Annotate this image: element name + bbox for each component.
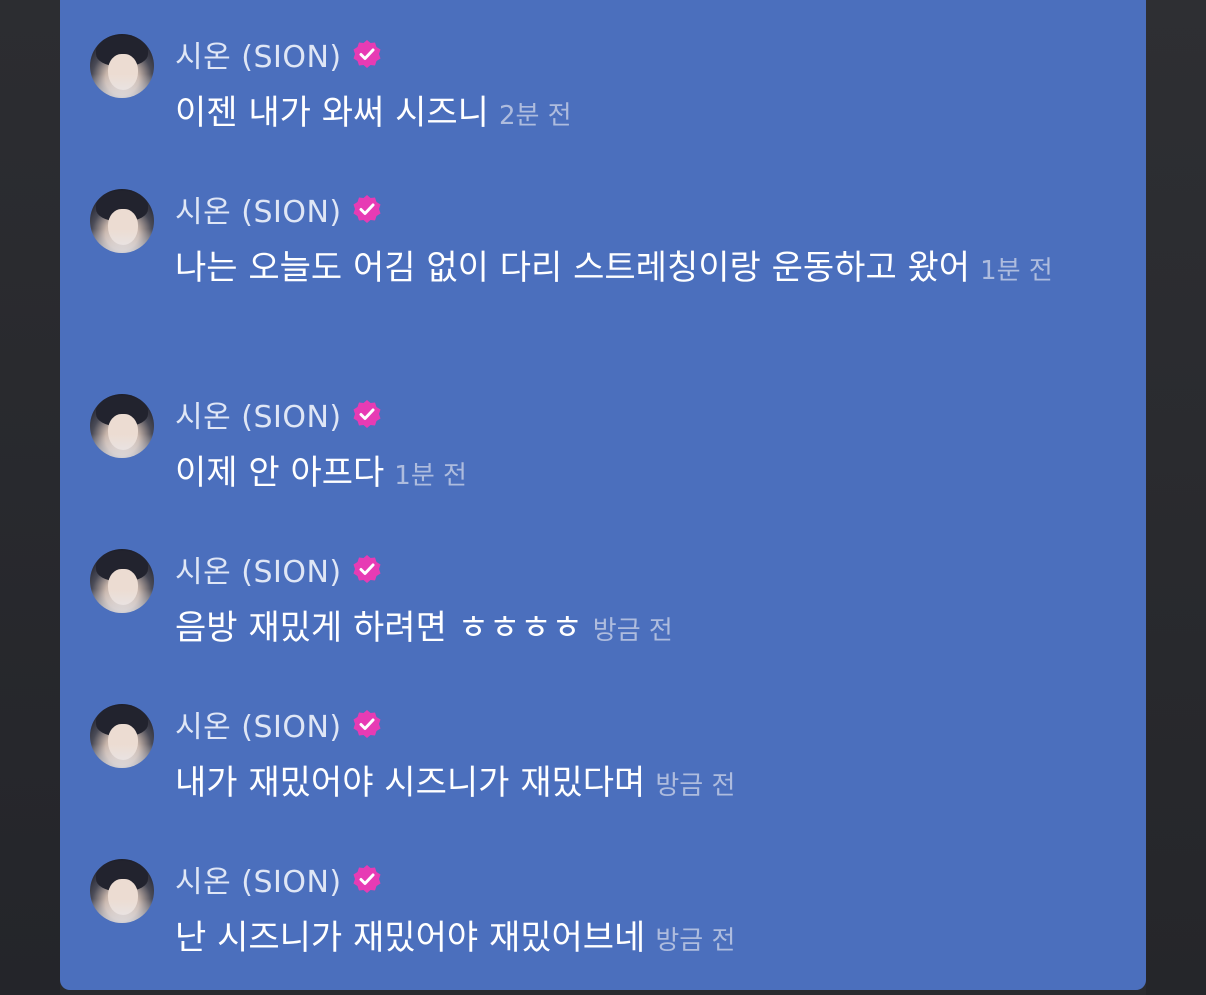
- author-name[interactable]: 시온 (SION): [175, 547, 342, 591]
- author-name[interactable]: 시온 (SION): [175, 32, 342, 76]
- author-name[interactable]: 시온 (SION): [175, 857, 342, 901]
- message-timestamp: 1분 전: [980, 256, 1053, 286]
- background-left: [0, 0, 60, 995]
- verified-badge-icon: [353, 400, 381, 428]
- message-text: 음방 재밌게 하려면 ㅎㅎㅎㅎ 방금 전: [175, 601, 1055, 658]
- background-right: [1146, 0, 1206, 995]
- avatar[interactable]: [90, 189, 154, 253]
- message-body: 내가 재밌어야 시즈니가 재밌다며: [175, 763, 646, 803]
- verified-badge-icon: [353, 195, 381, 223]
- author-name[interactable]: 시온 (SION): [175, 187, 342, 231]
- avatar[interactable]: [90, 549, 154, 613]
- avatar[interactable]: [90, 34, 154, 98]
- message-body: 이젠 내가 와써 시즈니: [175, 93, 489, 133]
- avatar[interactable]: [90, 394, 154, 458]
- message-text: 난 시즈니가 재밌어야 재밌어브네 방금 전: [175, 911, 1055, 968]
- message-body: 음방 재밌게 하려면 ㅎㅎㅎㅎ: [175, 608, 583, 648]
- message-text: 이젠 내가 와써 시즈니 2분 전: [175, 86, 1055, 143]
- verified-badge-icon: [353, 555, 381, 583]
- message-timestamp: 1분 전: [394, 461, 467, 491]
- avatar[interactable]: [90, 859, 154, 923]
- message-timestamp: 방금 전: [592, 616, 673, 646]
- avatar[interactable]: [90, 704, 154, 768]
- message-body: 나는 오늘도 어김 없이 다리 스트레칭이랑 운동하고 왔어: [175, 248, 971, 288]
- message-text: 이제 안 아프다 1분 전: [175, 446, 1055, 503]
- message-timestamp: 방금 전: [655, 926, 736, 956]
- verified-badge-icon: [353, 40, 381, 68]
- verified-badge-icon: [353, 865, 381, 893]
- author-name[interactable]: 시온 (SION): [175, 392, 342, 436]
- message-text: 내가 재밌어야 시즈니가 재밌다며 방금 전: [175, 756, 1055, 813]
- message-body: 이제 안 아프다: [175, 453, 385, 493]
- message-timestamp: 2분 전: [498, 101, 572, 131]
- chat-panel[interactable]: 시온 (SION) 이젠 내가 와써 시즈니 2분 전 시온 (SION) 나는 …: [60, 0, 1146, 990]
- message-timestamp: 방금 전: [655, 771, 736, 801]
- author-name[interactable]: 시온 (SION): [175, 702, 342, 746]
- message-body: 난 시즈니가 재밌어야 재밌어브네: [175, 918, 646, 958]
- message-text: 나는 오늘도 어김 없이 다리 스트레칭이랑 운동하고 왔어 1분 전: [175, 241, 1055, 298]
- verified-badge-icon: [353, 710, 381, 738]
